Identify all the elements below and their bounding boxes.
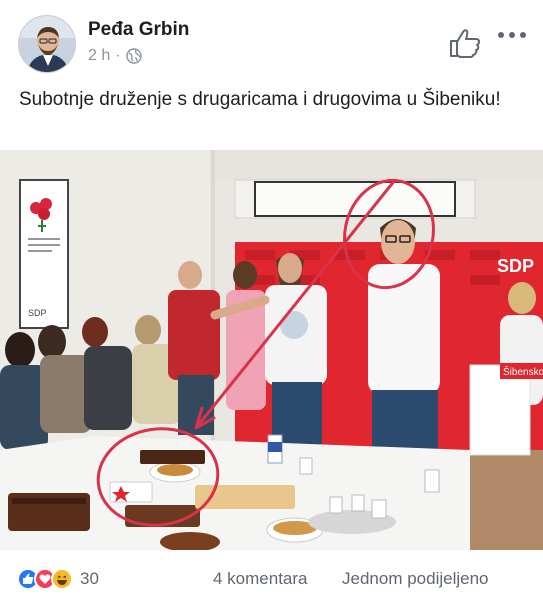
- haha-reaction-icon: [51, 568, 73, 590]
- post-meta: 2 h ·: [88, 47, 142, 65]
- avatar[interactable]: [18, 15, 76, 73]
- more-dots-icon[interactable]: [498, 30, 526, 40]
- post-time[interactable]: 2 h: [88, 47, 110, 65]
- globe-icon: [125, 48, 142, 64]
- dot: [520, 32, 526, 38]
- meta-separator: ·: [115, 47, 121, 64]
- shares-count-link[interactable]: Jednom podijeljeno: [342, 569, 489, 589]
- post-text: Subotnje druženje s drugaricama i drugov…: [19, 89, 501, 110]
- dot: [509, 32, 515, 38]
- post-photo[interactable]: SDP SDP Šibensko: [0, 150, 543, 550]
- reactions-summary[interactable]: 30: [17, 568, 99, 590]
- lectern-text: Šibenskog: [503, 365, 543, 378]
- reactions-count: 30: [80, 569, 99, 588]
- poster-caption: SDP: [28, 308, 47, 318]
- post-header: Peđa Grbin 2 h ·: [0, 0, 543, 80]
- dot: [498, 32, 504, 38]
- backdrop-logo-text: SDP: [497, 256, 534, 276]
- author-name[interactable]: Peđa Grbin: [88, 19, 189, 41]
- like-outline-icon[interactable]: [449, 28, 481, 58]
- comments-count-link[interactable]: 4 komentara: [213, 569, 308, 589]
- post-footer: 30 4 komentara Jednom podijeljeno: [0, 552, 543, 608]
